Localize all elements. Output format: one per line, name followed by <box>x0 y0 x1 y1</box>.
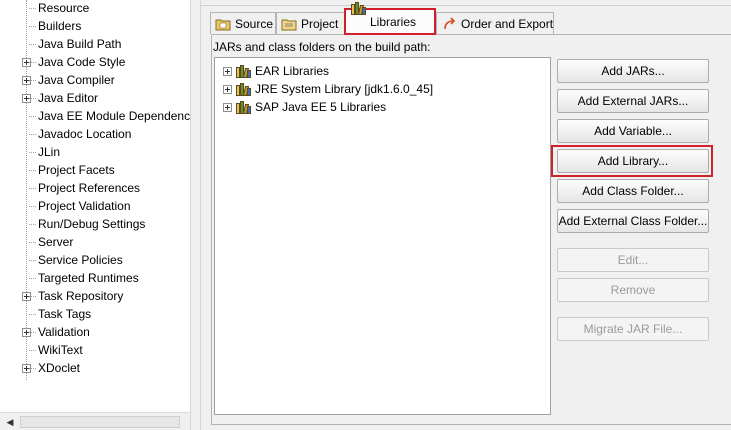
expand-plus-icon[interactable] <box>223 66 232 76</box>
tree-item-javadoc-location[interactable]: Javadoc Location <box>0 126 190 144</box>
tree-item-builders[interactable]: Builders <box>0 18 190 36</box>
project-folder-icon <box>281 17 297 31</box>
tree-item-targeted-runtimes[interactable]: Targeted Runtimes <box>0 270 190 288</box>
library-icon <box>235 100 251 114</box>
tree-connector <box>29 278 36 279</box>
tree-connector <box>29 26 36 27</box>
tree-item-wikitext[interactable]: WikiText <box>0 342 190 360</box>
remove-button[interactable]: Remove <box>557 278 709 302</box>
tree-item-task-repository[interactable]: Task Repository <box>0 288 190 306</box>
tree-item-run-debug-settings[interactable]: Run/Debug Settings <box>0 216 190 234</box>
tree-connector <box>29 62 36 63</box>
tree-item-java-compiler[interactable]: Java Compiler <box>0 72 190 90</box>
top-separator <box>201 0 731 6</box>
tab-projects[interactable]: Project <box>276 12 346 34</box>
bottom-edge <box>211 424 731 430</box>
tree-item-project-validation[interactable]: Project Validation <box>0 198 190 216</box>
tree-connector <box>29 134 36 135</box>
tree-connector <box>29 350 36 351</box>
sash-divider[interactable] <box>190 0 201 430</box>
add-variable-button[interactable]: Add Variable... <box>557 119 709 143</box>
tree-item-resource[interactable]: Resource <box>0 0 190 18</box>
tree-connector <box>29 188 36 189</box>
library-icon <box>235 64 251 78</box>
tree-item-project-facets[interactable]: Project Facets <box>0 162 190 180</box>
library-item-sap-java-ee5[interactable]: SAP Java EE 5 Libraries <box>223 98 386 116</box>
tree-connector <box>29 80 36 81</box>
scrollbar-thumb[interactable] <box>20 416 180 428</box>
tree-connector <box>29 242 36 243</box>
tree-connector <box>29 332 36 333</box>
add-external-class-folder-button[interactable]: Add External Class Folder... <box>557 209 709 233</box>
source-folder-icon <box>215 17 231 31</box>
tree-item-jlin[interactable]: JLin <box>0 144 190 162</box>
expand-plus-icon[interactable] <box>223 102 232 112</box>
tree-connector <box>29 224 36 225</box>
add-jars-button[interactable]: Add JARs... <box>557 59 709 83</box>
tree-connector <box>29 314 36 315</box>
tree-connector <box>29 296 36 297</box>
add-class-folder-button[interactable]: Add Class Folder... <box>557 179 709 203</box>
migrate-jar-button[interactable]: Migrate JAR File... <box>557 317 709 341</box>
tree-item-java-build-path[interactable]: Java Build Path <box>0 36 190 54</box>
tree-item-java-code-style[interactable]: Java Code Style <box>0 54 190 72</box>
tree-item-task-tags[interactable]: Task Tags <box>0 306 190 324</box>
library-icon <box>235 82 251 96</box>
java-build-path-panel: Source Project Libraries Order and Expor… <box>201 0 731 430</box>
tree-item-validation[interactable]: Validation <box>0 324 190 342</box>
tab-libraries[interactable]: Libraries <box>344 1 436 35</box>
properties-tree: Resource Builders Java Build Path Java C… <box>0 0 190 430</box>
tree-connector <box>29 170 36 171</box>
libraries-tree[interactable]: EAR Libraries JRE System Library [jdk1.6… <box>214 57 551 415</box>
add-library-button[interactable]: Add Library... <box>557 149 709 173</box>
library-item-jre-system-library[interactable]: JRE System Library [jdk1.6.0_45] <box>223 80 433 98</box>
horizontal-scrollbar[interactable]: ◀ <box>0 412 190 430</box>
tree-connector <box>29 206 36 207</box>
tree-item-project-references[interactable]: Project References <box>0 180 190 198</box>
build-path-label: JARs and class folders on the build path… <box>213 40 431 54</box>
tree-item-service-policies[interactable]: Service Policies <box>0 252 190 270</box>
tree-connector <box>29 368 36 369</box>
tree-connector <box>29 8 36 9</box>
scroll-left-arrow-icon[interactable]: ◀ <box>3 415 17 429</box>
tree-connector <box>29 116 36 117</box>
expand-plus-icon[interactable] <box>223 84 232 94</box>
tree-item-xdoclet[interactable]: XDoclet <box>0 360 190 378</box>
tree-item-server[interactable]: Server <box>0 234 190 252</box>
tree-item-java-editor[interactable]: Java Editor <box>0 90 190 108</box>
tree-connector <box>29 44 36 45</box>
add-external-jars-button[interactable]: Add External JARs... <box>557 89 709 113</box>
tree-connector <box>29 98 36 99</box>
libraries-icon <box>350 1 366 29</box>
edit-button[interactable]: Edit... <box>557 248 709 272</box>
tab-source[interactable]: Source <box>210 12 276 34</box>
order-export-icon <box>441 16 457 31</box>
tree-item-java-ee-module-dependencies[interactable]: Java EE Module Dependenc <box>0 108 190 126</box>
tab-order-and-export[interactable]: Order and Export <box>436 12 554 34</box>
tree-connector <box>29 152 36 153</box>
tree-connector <box>29 260 36 261</box>
library-item-ear-libraries[interactable]: EAR Libraries <box>223 62 329 80</box>
